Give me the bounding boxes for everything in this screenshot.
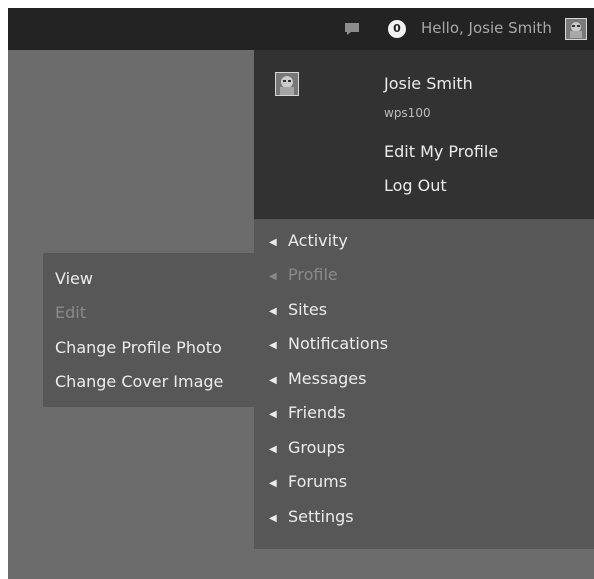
screen: 0 Hello, Josie Smith Josie Smith wps100 … xyxy=(8,8,594,579)
user-avatar-icon[interactable] xyxy=(565,18,587,40)
menu-item-profile[interactable]: ◀ Profile xyxy=(269,264,338,286)
caret-left-icon: ◀ xyxy=(269,375,277,386)
caret-left-icon: ◀ xyxy=(269,340,277,351)
notification-count-badge[interactable]: 0 xyxy=(388,20,406,38)
admin-bar: 0 Hello, Josie Smith xyxy=(8,8,594,50)
menu-item-label: Profile xyxy=(288,265,338,284)
menu-item-notifications[interactable]: ◀ Notifications xyxy=(269,333,388,355)
submenu-item-change-cover-image[interactable]: Change Cover Image xyxy=(55,371,223,393)
menu-item-label: Settings xyxy=(288,507,354,526)
profile-submenu: View Edit Change Profile Photo Change Co… xyxy=(43,253,254,407)
menu-item-label: Activity xyxy=(288,231,348,250)
menu-item-forums[interactable]: ◀ Forums xyxy=(269,471,347,493)
menu-item-activity[interactable]: ◀ Activity xyxy=(269,230,348,252)
caret-left-icon: ◀ xyxy=(269,306,277,317)
caret-left-icon: ◀ xyxy=(269,237,277,248)
submenu-item-edit[interactable]: Edit xyxy=(55,302,86,324)
menu-item-label: Groups xyxy=(288,438,346,457)
account-panel: Josie Smith wps100 Edit My Profile Log O… xyxy=(254,50,594,219)
menu-item-settings[interactable]: ◀ Settings xyxy=(269,506,354,528)
menu-item-sites[interactable]: ◀ Sites xyxy=(269,299,327,321)
caret-left-icon: ◀ xyxy=(269,444,277,455)
menu-item-messages[interactable]: ◀ Messages xyxy=(269,368,366,390)
comment-bubble-icon[interactable] xyxy=(344,21,360,35)
menu-item-label: Notifications xyxy=(288,334,389,353)
menu-item-label: Sites xyxy=(288,300,328,319)
menu-item-groups[interactable]: ◀ Groups xyxy=(269,437,345,459)
buddypress-menu: ◀ Activity ◀ Profile ◀ Sites ◀ Notifications… xyxy=(254,219,594,549)
caret-left-icon: ◀ xyxy=(269,409,277,420)
menu-item-label: Messages xyxy=(288,369,367,388)
log-out-link[interactable]: Log Out xyxy=(384,176,447,195)
profile-avatar-icon[interactable] xyxy=(275,72,299,96)
username-text: wps100 xyxy=(384,106,431,120)
submenu-item-view[interactable]: View xyxy=(55,268,93,290)
greeting-text[interactable]: Hello, Josie Smith xyxy=(421,19,552,37)
submenu-item-change-profile-photo[interactable]: Change Profile Photo xyxy=(55,337,222,359)
menu-item-label: Forums xyxy=(288,472,348,491)
caret-left-icon: ◀ xyxy=(269,513,277,524)
display-name-link[interactable]: Josie Smith xyxy=(384,74,473,93)
caret-left-icon: ◀ xyxy=(269,478,277,489)
menu-item-label: Friends xyxy=(288,403,346,422)
edit-my-profile-link[interactable]: Edit My Profile xyxy=(384,142,498,161)
caret-left-icon: ◀ xyxy=(269,271,277,282)
menu-item-friends[interactable]: ◀ Friends xyxy=(269,402,346,424)
